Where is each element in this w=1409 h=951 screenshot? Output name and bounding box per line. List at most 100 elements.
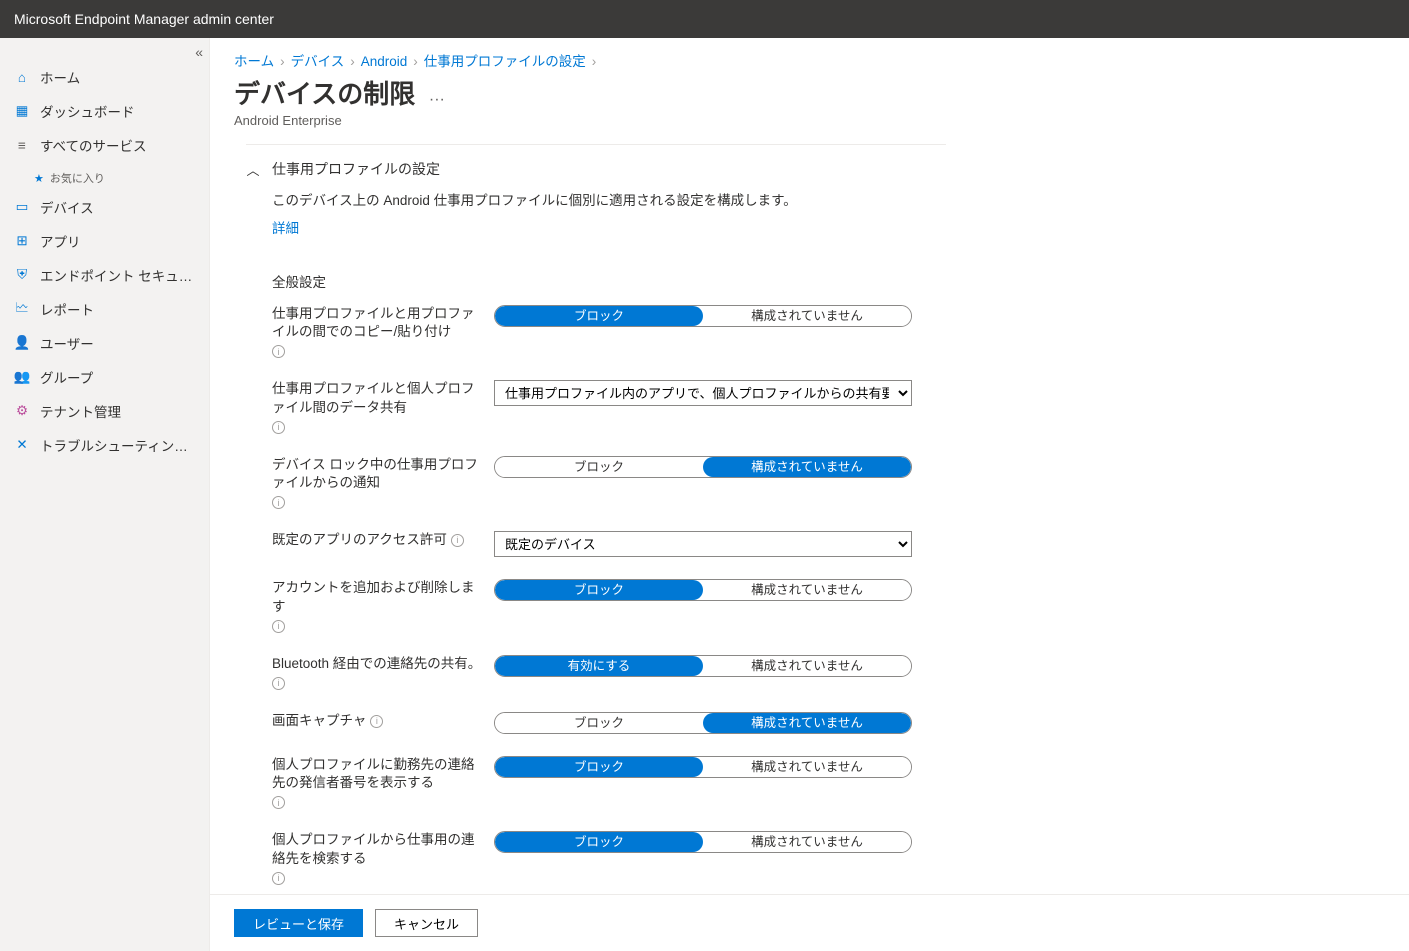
breadcrumb: ホーム›デバイス›Android›仕事用プロファイルの設定›	[210, 38, 1409, 74]
toggle[interactable]: ブロック構成されていません	[494, 831, 912, 853]
tools-icon: ✕	[14, 437, 30, 453]
app-title: Microsoft Endpoint Manager admin center	[14, 11, 274, 27]
breadcrumb-link[interactable]: ホーム	[234, 54, 274, 69]
setting-label: 仕事用プロファイルと用プロファイルの間でのコピー/貼り付け	[272, 305, 482, 341]
select[interactable]: 既定のデバイス	[494, 531, 912, 557]
setting-label: アカウントを追加および削除します	[272, 579, 482, 615]
info-icon[interactable]: i	[272, 872, 285, 885]
toggle-option-left[interactable]: ブロック	[495, 306, 703, 326]
shield-icon: ⛨	[14, 267, 30, 283]
breadcrumb-link[interactable]: Android	[361, 54, 408, 69]
info-icon[interactable]: i	[272, 496, 285, 509]
toggle[interactable]: ブロック構成されていません	[494, 305, 912, 327]
setting-row: Bluetooth 経由での連絡先の共有。 i 有効にする構成されていません	[272, 655, 946, 690]
sidebar: « ⌂ ホーム ▦ ダッシュボード ≡すべてのサービス ★ お気に入り ▭ デバイス ⊞ アプリ…	[0, 38, 210, 951]
sidebar-fav-item-5[interactable]: 👥 グループ	[0, 360, 209, 394]
nav-label: ダッシュボード	[40, 101, 135, 121]
setting-label: デバイス ロック中の仕事用プロファイルからの通知	[272, 456, 482, 492]
breadcrumb-link[interactable]: デバイス	[291, 54, 345, 69]
sidebar-item-1[interactable]: ▦ ダッシュボード	[0, 94, 209, 128]
setting-row: 仕事用プロファイルと用プロファイルの間でのコピー/貼り付け i ブロック構成されてい…	[272, 305, 946, 358]
nav-label: すべてのサービス	[40, 135, 147, 155]
select[interactable]: 仕事用プロファイル内のアプリで、個人プロファイルからの共有要...	[494, 380, 912, 406]
detail-link[interactable]: 詳細	[272, 217, 946, 237]
setting-label: 既定のアプリのアクセス許可	[272, 531, 447, 549]
nav-label: グループ	[40, 367, 93, 387]
info-icon[interactable]: i	[272, 345, 285, 358]
info-icon[interactable]: i	[272, 421, 285, 434]
star-icon: ★	[34, 173, 44, 185]
apps-icon: ⊞	[14, 233, 30, 249]
nav-label: デバイス	[40, 197, 94, 217]
nav-label: ホーム	[40, 67, 80, 87]
info-icon[interactable]: i	[370, 715, 383, 728]
sidebar-fav-item-6[interactable]: ⚙ テナント管理	[0, 394, 209, 428]
top-bar: Microsoft Endpoint Manager admin center	[0, 0, 1409, 38]
sidebar-fav-item-1[interactable]: ⊞ アプリ	[0, 224, 209, 258]
panel-description: このデバイス上の Android 仕事用プロファイルに個別に適用される設定を構成…	[272, 189, 946, 209]
toggle-option-right[interactable]: 構成されていません	[703, 306, 911, 326]
collapse-sidebar-icon[interactable]: «	[195, 44, 203, 60]
toggle-option-left[interactable]: ブロック	[495, 832, 703, 852]
panel-header[interactable]: ︿ 仕事用プロファイルの設定	[246, 145, 946, 189]
chevron-right-icon: ›	[274, 54, 291, 69]
toggle-option-right[interactable]: 構成されていません	[703, 757, 911, 777]
sidebar-fav-item-2[interactable]: ⛨ エンドポイント セキュリ...	[0, 258, 209, 292]
sidebar-fav-item-7[interactable]: ✕ トラブルシューティング +...	[0, 428, 209, 462]
toggle[interactable]: ブロック構成されていません	[494, 456, 912, 478]
home-icon: ⌂	[14, 69, 30, 85]
tenant-icon: ⚙	[14, 403, 30, 419]
info-icon[interactable]: i	[272, 620, 285, 633]
toggle-option-left[interactable]: ブロック	[495, 757, 703, 777]
panel-title: 仕事用プロファイルの設定	[272, 159, 440, 179]
footer-bar: レビューと保存 キャンセル	[210, 894, 1409, 951]
toggle-option-left[interactable]: ブロック	[495, 713, 703, 733]
setting-label: 仕事用プロファイルと個人プロファイル間のデータ共有	[272, 380, 482, 416]
setting-label: 画面キャプチャ	[272, 712, 366, 730]
sidebar-fav-item-3[interactable]: 🗠レポート	[0, 292, 209, 326]
toggle-option-right[interactable]: 構成されていません	[703, 656, 911, 676]
page-subtitle: Android Enterprise	[234, 113, 1385, 128]
breadcrumb-link[interactable]: 仕事用プロファイルの設定	[424, 54, 586, 69]
review-save-button[interactable]: レビューと保存	[234, 909, 363, 937]
info-icon[interactable]: i	[451, 534, 464, 547]
toggle[interactable]: 有効にする構成されていません	[494, 655, 912, 677]
toggle[interactable]: ブロック構成されていません	[494, 579, 912, 601]
toggle-option-right[interactable]: 構成されていません	[703, 457, 911, 477]
nav-label: レポート	[40, 299, 94, 319]
setting-label: 個人プロファイルから仕事用の連絡先を検索する	[272, 831, 482, 867]
toggle-option-left[interactable]: ブロック	[495, 457, 703, 477]
sidebar-item-0[interactable]: ⌂ ホーム	[0, 60, 209, 94]
toggle-option-right[interactable]: 構成されていません	[703, 580, 911, 600]
page-title: デバイスの制限	[234, 74, 415, 111]
sidebar-fav-item-0[interactable]: ▭ デバイス	[0, 190, 209, 224]
sidebar-fav-item-4[interactable]: 👤ユーザー	[0, 326, 209, 360]
setting-label: Bluetooth 経由での連絡先の共有。	[272, 655, 481, 673]
info-icon[interactable]: i	[272, 796, 285, 809]
setting-row: アカウントを追加および削除します i ブロック構成されていません	[272, 579, 946, 632]
cancel-button[interactable]: キャンセル	[375, 909, 478, 937]
setting-row: デバイス ロック中の仕事用プロファイルからの通知 i ブロック構成されていません	[272, 456, 946, 509]
info-icon[interactable]: i	[272, 677, 285, 690]
toggle-option-right[interactable]: 構成されていません	[703, 713, 911, 733]
toggle[interactable]: ブロック構成されていません	[494, 756, 912, 778]
toggle-option-right[interactable]: 構成されていません	[703, 832, 911, 852]
toggle-option-left[interactable]: ブロック	[495, 580, 703, 600]
nav-label: アプリ	[40, 231, 81, 251]
toggle-option-left[interactable]: 有効にする	[495, 656, 703, 676]
setting-row: 個人プロファイルに勤務先の連絡先の発信者番号を表示するiブロック構成されていませ…	[272, 756, 946, 809]
chevron-right-icon: ›	[586, 54, 603, 69]
more-icon[interactable]: ···	[429, 91, 445, 108]
user-icon: 👤	[14, 335, 30, 351]
setting-row: 既定のアプリのアクセス許可 i 既定のデバイス	[272, 531, 946, 557]
nav-label: テナント管理	[40, 401, 121, 421]
favorites-label: お気に入り	[50, 173, 105, 185]
chevron-right-icon: ›	[344, 54, 361, 69]
device-icon: ▭	[14, 199, 30, 215]
group-icon: 👥	[14, 369, 30, 385]
dashboard-icon: ▦	[14, 103, 30, 119]
nav-label: トラブルシューティング +...	[40, 435, 195, 455]
nav-label: エンドポイント セキュリ...	[40, 265, 195, 285]
sidebar-item-2[interactable]: ≡すべてのサービス	[0, 128, 209, 162]
toggle[interactable]: ブロック構成されていません	[494, 712, 912, 734]
